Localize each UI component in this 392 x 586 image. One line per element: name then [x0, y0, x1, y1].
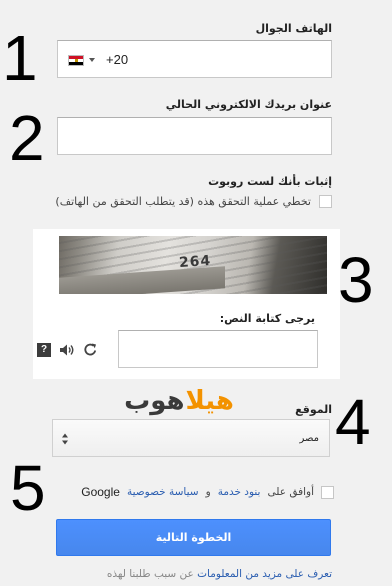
select-arrows-icon	[61, 431, 69, 450]
chevron-down-icon[interactable]	[89, 58, 95, 62]
terms-row: أوافق على بنود خدمة و سياسة خصوصية Googl…	[81, 485, 334, 499]
captcha-panel: 264 يرجى كتابة النص: ?	[33, 229, 340, 379]
email-input[interactable]	[57, 117, 332, 155]
privacy-policy-link[interactable]: سياسة خصوصية	[127, 486, 199, 498]
step-number-1: 1	[2, 22, 38, 94]
watermark-part-a: هيلا	[185, 386, 234, 416]
footer-text: عن سبب طلبنا لهذه	[106, 568, 194, 580]
step-number-5: 5	[10, 452, 46, 524]
terms-checkbox[interactable]	[321, 485, 334, 499]
skip-verification-row: تخطي عملية التحقق هذه (قد يتطلب التحقق م…	[55, 195, 332, 208]
learn-more-link[interactable]: تعرف على مزيد من المعلومات	[197, 568, 332, 580]
phone-label: الهاتف الجوال	[255, 22, 332, 35]
location-selected-value: مصر	[299, 433, 319, 444]
captcha-image-text: 264	[178, 252, 212, 272]
footer-line: تعرف على مزيد من المعلومات عن سبب طلبنا …	[107, 568, 332, 580]
egypt-flag-icon[interactable]	[68, 55, 84, 66]
phone-country-code: +20	[106, 52, 129, 67]
watermark-part-b: هوب	[124, 386, 185, 416]
phone-input[interactable]: +20	[57, 40, 332, 78]
next-step-button[interactable]: الخطوة التالية	[56, 519, 331, 556]
captcha-prompt: يرجى كتابة النص:	[219, 312, 315, 325]
watermark-logo: هيلا هوب	[118, 383, 240, 419]
location-label: الموقع	[295, 403, 332, 416]
email-label: عنوان بريدك الالكتروني الحالي	[165, 98, 332, 111]
audio-icon[interactable]	[59, 343, 75, 357]
skip-verification-text: تخطي عملية التحقق هذه (قد يتطلب التحقق م…	[55, 195, 311, 208]
help-icon[interactable]: ?	[37, 342, 51, 357]
skip-verification-checkbox[interactable]	[319, 195, 332, 208]
terms-prefix: أوافق على	[267, 486, 314, 498]
captcha-input[interactable]	[118, 330, 318, 368]
terms-brand: Google	[81, 485, 120, 499]
location-select[interactable]: مصر	[52, 419, 330, 457]
captcha-tools: ?	[37, 342, 98, 357]
step-number-3: 3	[338, 244, 374, 316]
reload-icon[interactable]	[83, 342, 98, 357]
terms-of-service-link[interactable]: بنود خدمة	[218, 486, 261, 498]
terms-conjunction: و	[205, 486, 211, 498]
step-number-2: 2	[9, 102, 45, 174]
signup-form-page: 1 2 3 4 5 الهاتف الجوال +20 عنوان بريدك …	[0, 0, 392, 586]
robot-verification-label: إثبات بأنك لست روبوت	[208, 175, 332, 188]
captcha-image: 264	[59, 236, 327, 294]
step-number-4: 4	[335, 386, 371, 458]
